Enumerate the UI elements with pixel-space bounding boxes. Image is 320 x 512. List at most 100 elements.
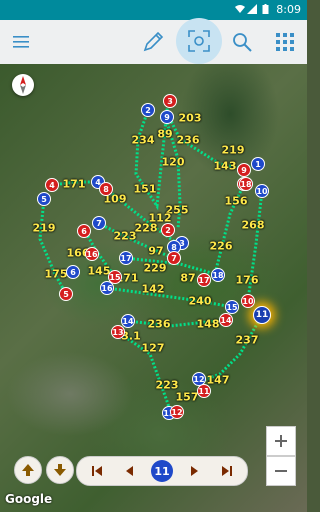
arrow-down-icon (54, 464, 66, 476)
compass-button[interactable] (12, 74, 34, 96)
skip-back-icon (92, 466, 102, 476)
course-map[interactable]: 203 234 89 236 219 120 143 171 151 109 2… (0, 64, 307, 512)
last-hole-button[interactable] (219, 463, 235, 479)
hole-number: 18 (212, 270, 224, 280)
distance-label: 237 (235, 333, 259, 347)
tee-marker-1[interactable]: 1 (251, 157, 265, 171)
tee-marker-14[interactable]: 14 (121, 314, 135, 328)
skip-forward-icon (222, 466, 232, 476)
distance-label: 148 (196, 317, 220, 331)
green-marker-9[interactable]: 9 (237, 163, 251, 177)
green-marker-5[interactable]: 5 (59, 287, 73, 301)
green-marker-2[interactable]: 2 (161, 223, 175, 237)
grid-button[interactable] (263, 20, 307, 64)
scan-icon (188, 30, 210, 52)
google-attribution: Google (5, 492, 53, 506)
minus-icon (275, 470, 287, 472)
menu-button[interactable] (0, 20, 44, 64)
green-marker-12[interactable]: 12 (170, 405, 184, 419)
green-marker-10[interactable]: 10 (241, 294, 255, 308)
tee-marker-7[interactable]: 7 (92, 216, 106, 230)
hole-number: 9 (164, 112, 170, 122)
next-hole-down-button[interactable] (46, 456, 74, 484)
green-marker-17[interactable]: 17 (197, 273, 211, 287)
status-time: 8:09 (276, 3, 301, 16)
distance-label: 223 (113, 229, 137, 243)
hole-number: 16 (86, 249, 98, 259)
distance-label: 203 (178, 111, 202, 125)
distance-label: 171 (62, 177, 86, 191)
scan-button[interactable] (176, 18, 222, 64)
zoom-in-button[interactable] (266, 426, 296, 456)
battery-icon (262, 4, 269, 14)
tee-marker-15[interactable]: 15 (225, 300, 239, 314)
hole-number: 13 (112, 327, 124, 337)
distance-label: 156 (224, 194, 248, 208)
hole-number: 6 (81, 226, 87, 236)
green-marker-14[interactable]: 14 (219, 313, 233, 327)
distance-label: 157 (175, 390, 199, 404)
search-button[interactable] (220, 20, 264, 64)
green-marker-16[interactable]: 16 (85, 247, 99, 261)
distance-label: 240 (188, 294, 212, 308)
green-marker-4[interactable]: 4 (45, 178, 59, 192)
zoom-out-button[interactable] (266, 456, 296, 486)
distance-label: 120 (161, 155, 185, 169)
distance-label: 89 (157, 127, 173, 141)
hole-number: 7 (171, 253, 177, 263)
arrow-up-icon (22, 464, 34, 476)
tee-marker-9[interactable]: 9 (160, 110, 174, 124)
green-marker-11[interactable]: 11 (197, 384, 211, 398)
chevron-left-icon (126, 466, 133, 476)
green-marker-18[interactable]: 18 (239, 177, 253, 191)
distance-label: 143 (213, 159, 237, 173)
hole-number: 16 (101, 283, 113, 293)
green-marker-8[interactable]: 8 (99, 182, 113, 196)
green-marker-13[interactable]: 13 (111, 325, 125, 339)
distance-label: 147 (206, 373, 230, 387)
distance-label: 234 (131, 133, 155, 147)
distance-label: 142 (141, 282, 165, 296)
distance-label: 268 (241, 218, 265, 232)
hole-number: 11 (255, 310, 269, 320)
first-hole-button[interactable] (89, 463, 105, 479)
distance-label: 229 (143, 261, 167, 275)
green-marker-15[interactable]: 15 (108, 270, 122, 284)
tee-marker-10[interactable]: 10 (255, 184, 269, 198)
distance-label: 151 (133, 182, 157, 196)
distance-label: 176 (235, 273, 259, 287)
tee-marker-11-selected[interactable]: 11 (253, 306, 271, 324)
hole-number: 11 (198, 386, 210, 396)
tee-marker-2[interactable]: 2 (141, 103, 155, 117)
hole-number: 10 (256, 186, 268, 196)
compass-icon (20, 76, 26, 94)
hole-number: 5 (41, 194, 47, 204)
tee-marker-17[interactable]: 17 (119, 251, 133, 265)
hole-number: 14 (122, 316, 134, 326)
tee-marker-6[interactable]: 6 (66, 265, 80, 279)
distance-label: 236 (176, 133, 200, 147)
hole-number: 7 (96, 218, 102, 228)
hole-number: 14 (220, 315, 232, 325)
tee-marker-5[interactable]: 5 (37, 192, 51, 206)
pencil-icon (143, 31, 164, 52)
green-marker-6[interactable]: 6 (77, 224, 91, 238)
green-marker-3[interactable]: 3 (163, 94, 177, 108)
hole-number: 2 (145, 105, 151, 115)
status-bar: 8:09 (0, 0, 307, 20)
hole-number: 17 (120, 253, 132, 263)
hole-number: 9 (241, 165, 247, 175)
distance-label: 127 (141, 341, 165, 355)
hole-number: 4 (49, 180, 55, 190)
hole-number: 12 (193, 374, 205, 384)
green-marker-7[interactable]: 7 (167, 251, 181, 265)
next-hole-button[interactable] (187, 463, 203, 479)
previous-hole-up-button[interactable] (14, 456, 42, 484)
tee-marker-18[interactable]: 18 (211, 268, 225, 282)
distance-label: 219 (221, 143, 245, 157)
grid-icon (276, 33, 294, 51)
hole-number: 5 (63, 289, 69, 299)
previous-hole-button[interactable] (121, 463, 137, 479)
edit-button[interactable] (131, 20, 175, 64)
hole-number: 1 (255, 159, 261, 169)
